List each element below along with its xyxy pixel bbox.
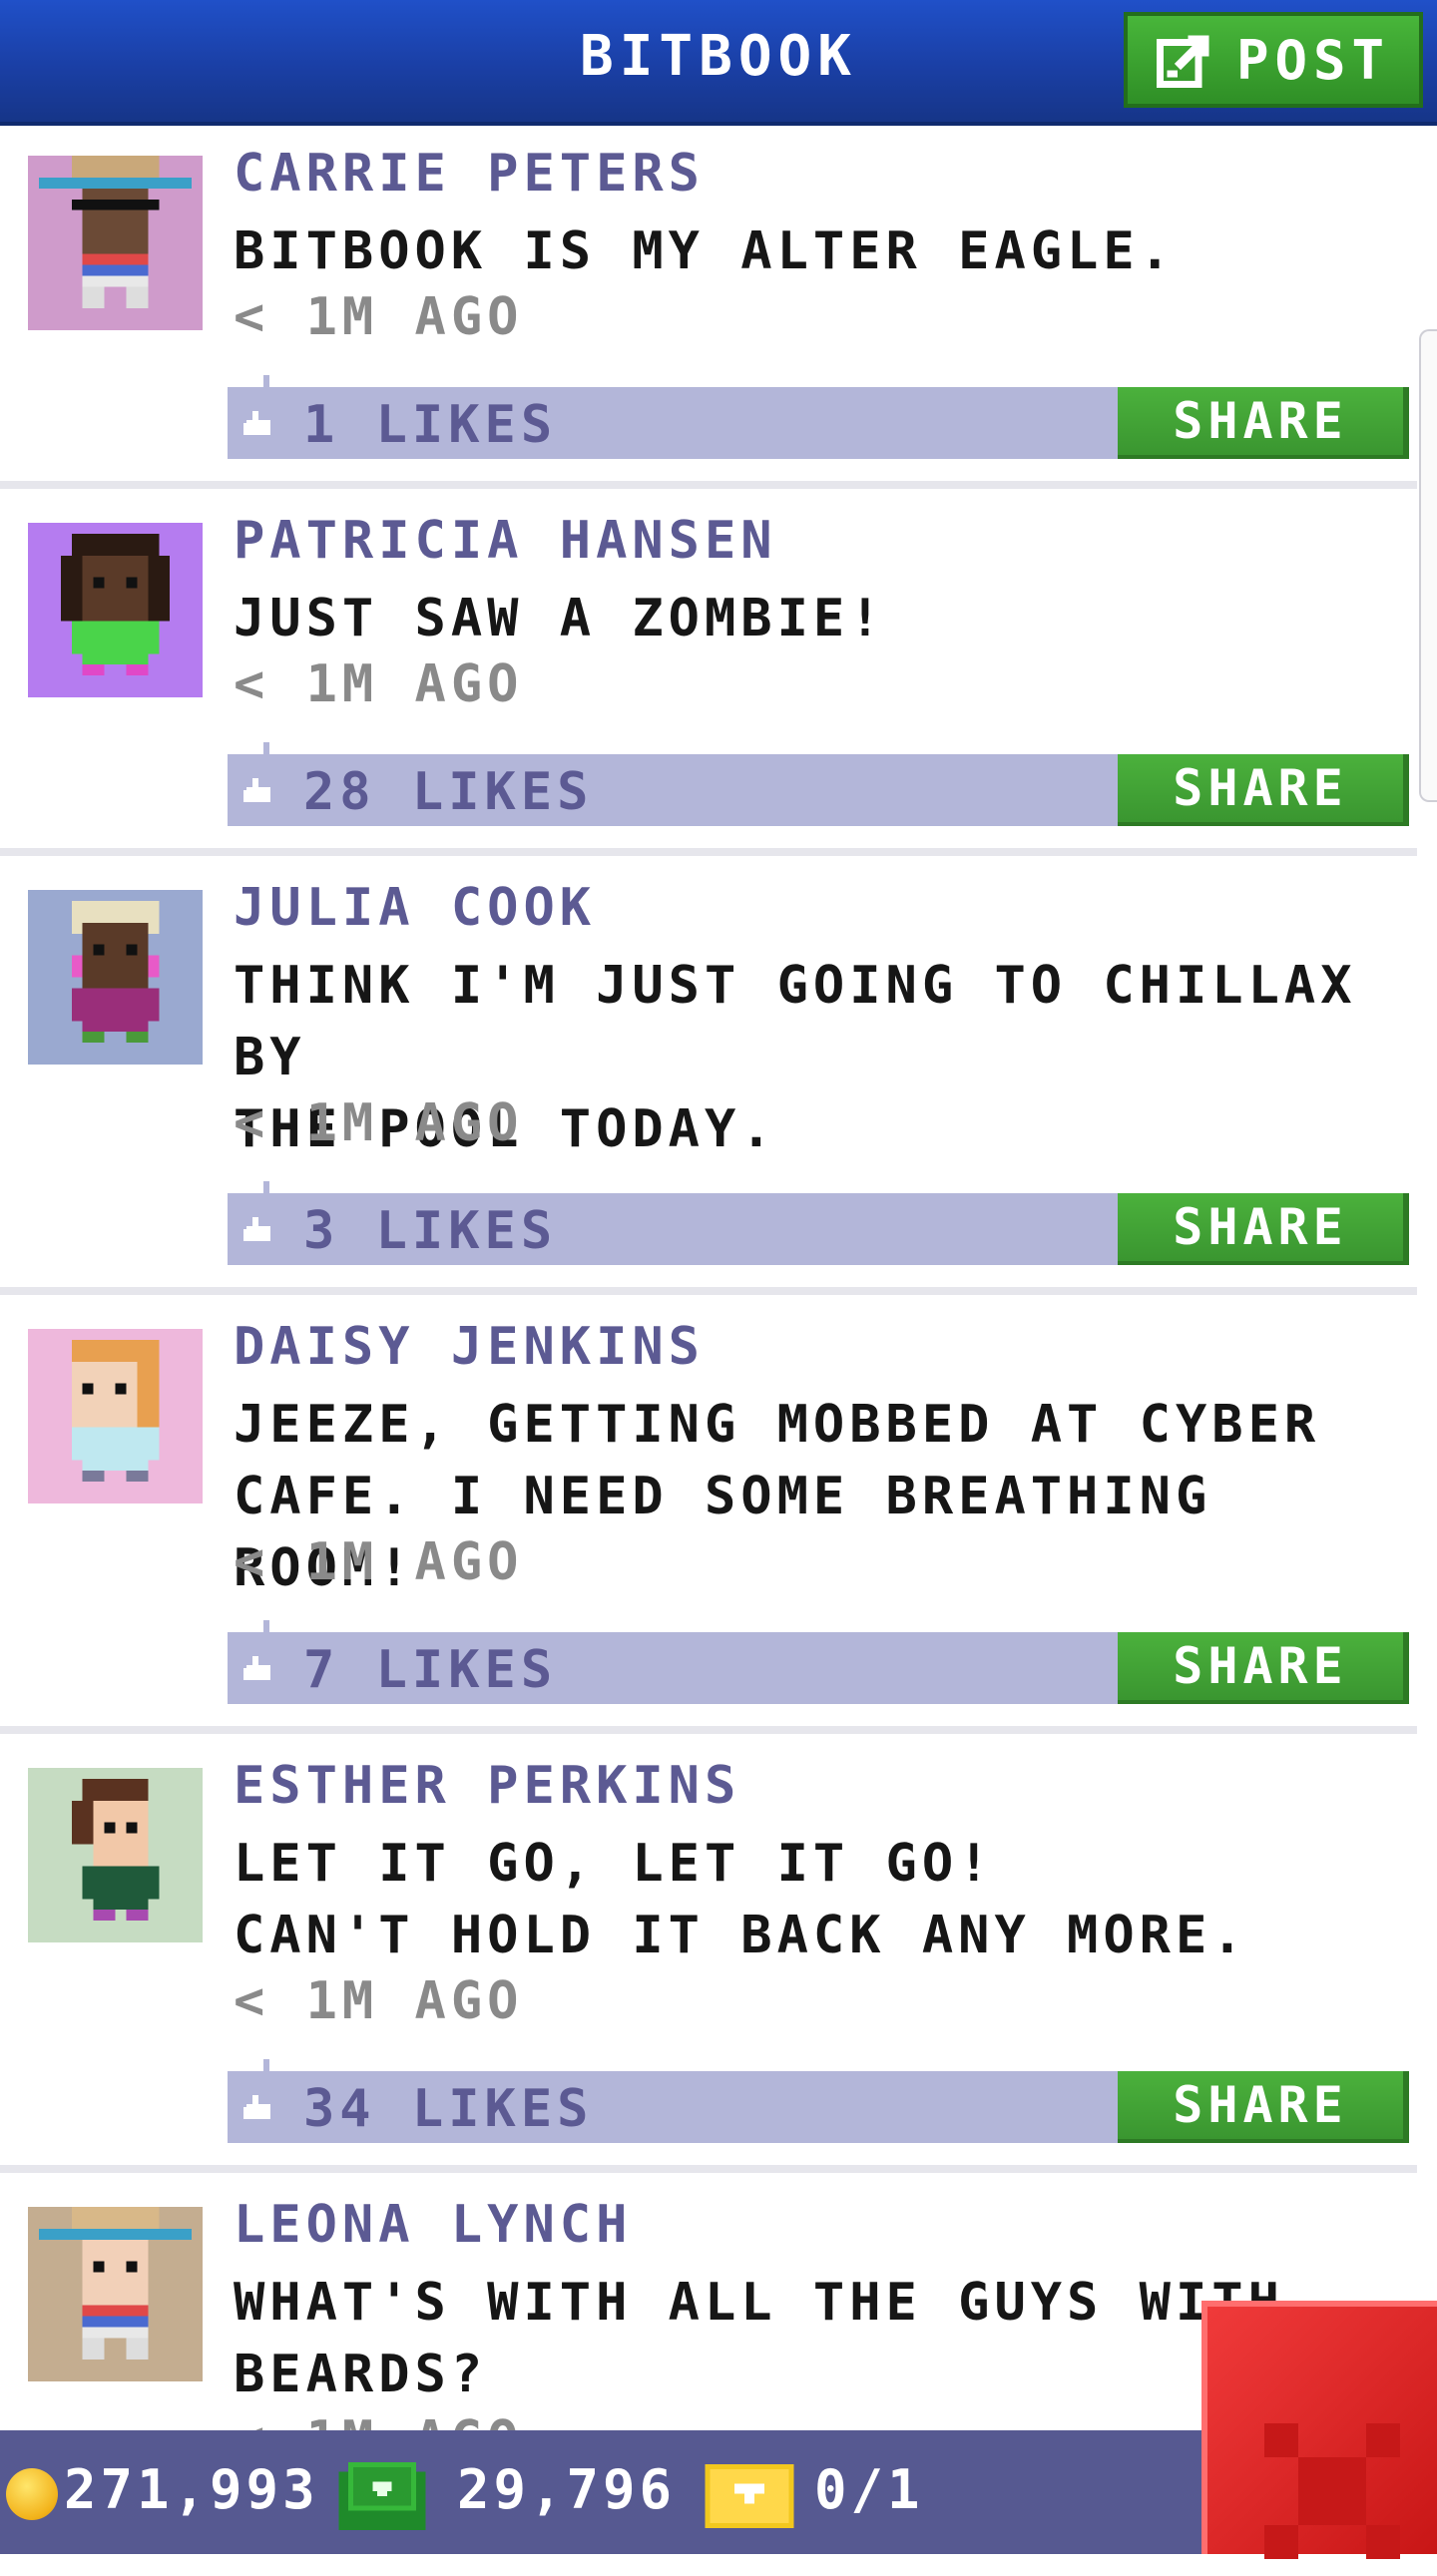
divider <box>0 2165 1417 2173</box>
post-time: < 1M AGO <box>234 1093 524 1153</box>
like-bar-tab <box>263 1620 269 1632</box>
share-button[interactable]: SHARE <box>1118 1193 1409 1265</box>
app-header: BITBOOK POST <box>0 0 1437 126</box>
thumbs-up-icon[interactable] <box>243 411 273 435</box>
post-message: JUST SAW A ZOMBIE! <box>234 589 886 648</box>
avatar-image <box>28 890 203 1065</box>
like-bar: 1 LIKES SHARE <box>228 375 1409 459</box>
bux-icon <box>338 2462 426 2530</box>
divider <box>0 848 1417 856</box>
avatar[interactable] <box>28 1329 203 1503</box>
post-message: BITBOOK IS MY ALTER EAGLE. <box>234 221 1176 281</box>
vip-ticket-icon <box>705 2464 794 2528</box>
share-button[interactable]: SHARE <box>1118 2071 1409 2143</box>
avatar[interactable] <box>28 890 203 1065</box>
share-button[interactable]: SHARE <box>1118 1632 1409 1704</box>
post-message: LET IT GO, LET IT GO! CAN'T HOLD IT BACK… <box>234 1834 1248 1965</box>
like-bar-tab <box>263 375 269 387</box>
avatar[interactable] <box>28 156 203 330</box>
bux-count: 29,796 <box>457 2458 677 2521</box>
like-bar-tab <box>263 742 269 754</box>
post-time: < 1M AGO <box>234 654 524 714</box>
coin-icon <box>6 2468 58 2520</box>
avatar-image <box>28 523 203 697</box>
like-count: 3 LIKES <box>303 1201 558 1261</box>
post-time: < 1M AGO <box>234 1532 524 1592</box>
post-button-label: POST <box>1235 28 1391 92</box>
post-time: < 1M AGO <box>234 287 524 347</box>
thumbs-up-icon[interactable] <box>243 1217 273 1241</box>
divider <box>0 481 1417 489</box>
like-bar-tab <box>263 1181 269 1193</box>
avatar-image <box>28 1329 203 1503</box>
share-button[interactable]: SHARE <box>1118 387 1409 459</box>
post-author[interactable]: PATRICIA HANSEN <box>234 511 777 571</box>
post-author[interactable]: LEONA LYNCH <box>234 2195 632 2255</box>
like-count: 34 LIKES <box>303 2079 594 2139</box>
coin-count: 271,993 <box>64 2458 319 2521</box>
like-bar: 3 LIKES SHARE <box>228 1181 1409 1265</box>
divider <box>0 1287 1417 1295</box>
post-button[interactable]: POST <box>1124 12 1423 108</box>
like-bar: 7 LIKES SHARE <box>228 1620 1409 1704</box>
scroll-indicator[interactable] <box>1419 329 1437 802</box>
post-time: < 1M AGO <box>234 1971 524 2031</box>
avatar[interactable] <box>28 1768 203 1942</box>
post-author[interactable]: JULIA COOK <box>234 878 596 938</box>
share-button[interactable]: SHARE <box>1118 754 1409 826</box>
thumbs-up-icon[interactable] <box>243 778 273 802</box>
avatar-image <box>28 156 203 330</box>
post-author[interactable]: DAISY JENKINS <box>234 1317 705 1377</box>
close-button[interactable] <box>1201 2301 1437 2559</box>
vip-count: 0/1 <box>814 2458 924 2521</box>
avatar-image <box>28 2207 203 2381</box>
like-count: 7 LIKES <box>303 1640 558 1700</box>
thumbs-up-icon[interactable] <box>243 2095 273 2119</box>
edit-icon <box>1156 35 1209 88</box>
post-author[interactable]: CARRIE PETERS <box>234 144 705 204</box>
close-icon <box>1264 2423 1400 2559</box>
like-bar: 28 LIKES SHARE <box>228 742 1409 826</box>
thumbs-up-icon[interactable] <box>243 1656 273 1680</box>
avatar[interactable] <box>28 2207 203 2381</box>
like-count: 1 LIKES <box>303 395 558 455</box>
avatar[interactable] <box>28 523 203 697</box>
post-author[interactable]: ESTHER PERKINS <box>234 1756 740 1816</box>
like-bar: 34 LIKES SHARE <box>228 2059 1409 2143</box>
like-bar-tab <box>263 2059 269 2071</box>
like-count: 28 LIKES <box>303 762 594 822</box>
avatar-image <box>28 1768 203 1942</box>
divider <box>0 1726 1417 1734</box>
